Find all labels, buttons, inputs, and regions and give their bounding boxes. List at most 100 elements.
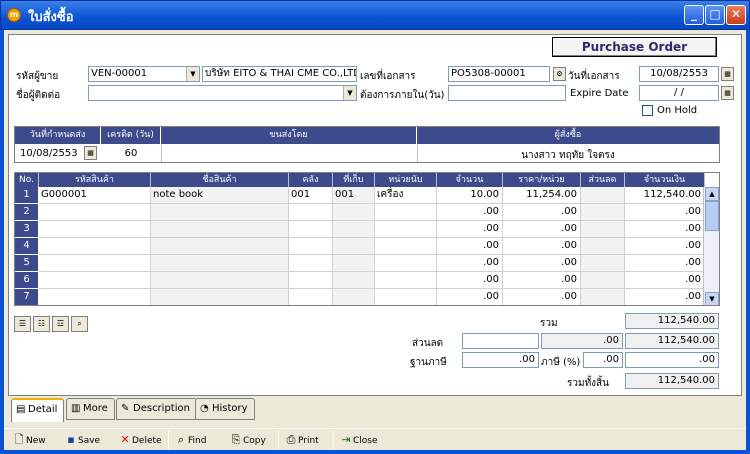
cell-loc[interactable] xyxy=(333,289,375,305)
cell-name[interactable] xyxy=(151,272,289,289)
cell-name[interactable] xyxy=(151,221,289,238)
table-row[interactable]: 7.00.00.00 xyxy=(15,289,719,305)
cell-wh[interactable] xyxy=(289,272,333,289)
cell-code[interactable] xyxy=(39,221,151,238)
tab-history[interactable]: ◔ History xyxy=(195,398,255,420)
table-row[interactable]: 5.00.00.00 xyxy=(15,255,719,272)
cell-price[interactable]: .00 xyxy=(503,289,581,305)
tax-amount-field[interactable]: .00 xyxy=(625,352,719,368)
expire-date-calendar-icon[interactable]: ▦ xyxy=(721,86,734,100)
tab-more[interactable]: ▥ More xyxy=(66,398,115,420)
cell-price[interactable]: .00 xyxy=(503,255,581,272)
cell-code[interactable] xyxy=(39,255,151,272)
doc-no-field[interactable]: PO5308-00001 xyxy=(448,66,550,82)
find-button[interactable]: ⌕ Find xyxy=(174,431,207,449)
cell-code[interactable] xyxy=(39,238,151,255)
cell-wh[interactable] xyxy=(289,238,333,255)
add-row-icon[interactable]: ☷ xyxy=(33,316,50,332)
cell-unit[interactable] xyxy=(375,204,437,221)
table-row[interactable]: 6.00.00.00 xyxy=(15,272,719,289)
table-row[interactable]: 3.00.00.00 xyxy=(15,221,719,238)
delivery-date-value[interactable]: 10/08/2553 xyxy=(20,148,78,159)
cell-price[interactable]: .00 xyxy=(503,238,581,255)
tab-detail[interactable]: ▤ Detail xyxy=(11,398,65,422)
save-button[interactable]: ▪ Save xyxy=(64,431,100,449)
cell-amount[interactable]: .00 xyxy=(625,272,705,289)
cell-amount[interactable]: .00 xyxy=(625,238,705,255)
table-row[interactable]: 4.00.00.00 xyxy=(15,238,719,255)
lookup-icon[interactable]: ⌕ xyxy=(71,316,88,332)
cell-disc[interactable] xyxy=(581,204,625,221)
credit-days-value[interactable]: 60 xyxy=(101,148,161,159)
cell-unit[interactable] xyxy=(375,289,437,305)
cell-amount[interactable]: .00 xyxy=(625,221,705,238)
cell-disc[interactable] xyxy=(581,255,625,272)
minimize-button[interactable]: _ xyxy=(684,5,704,25)
cell-price[interactable]: .00 xyxy=(503,221,581,238)
cell-qty[interactable]: .00 xyxy=(437,255,503,272)
cell-name[interactable] xyxy=(151,204,289,221)
close-button[interactable]: ⇥ Close xyxy=(339,431,377,449)
cell-wh[interactable] xyxy=(289,255,333,272)
maximize-button[interactable]: □ xyxy=(705,5,725,25)
table-row[interactable]: 2.00.00.00 xyxy=(15,204,719,221)
cell-qty[interactable]: .00 xyxy=(437,289,503,305)
cell-unit[interactable] xyxy=(375,238,437,255)
cell-name[interactable] xyxy=(151,255,289,272)
cell-code[interactable] xyxy=(39,204,151,221)
cell-wh[interactable] xyxy=(289,289,333,305)
needed-within-field[interactable] xyxy=(448,85,566,101)
cell-price[interactable]: .00 xyxy=(503,204,581,221)
cell-unit[interactable] xyxy=(375,272,437,289)
purchase-order-button[interactable]: Purchase Order xyxy=(552,37,717,57)
cell-loc[interactable] xyxy=(333,221,375,238)
cell-wh[interactable]: 001 xyxy=(289,187,333,204)
cell-name[interactable] xyxy=(151,238,289,255)
cell-loc[interactable] xyxy=(333,204,375,221)
discount-input[interactable] xyxy=(462,333,539,349)
cell-loc[interactable] xyxy=(333,255,375,272)
cell-qty[interactable]: .00 xyxy=(437,204,503,221)
cell-qty[interactable]: .00 xyxy=(437,221,503,238)
cell-name[interactable] xyxy=(151,289,289,305)
cell-amount[interactable]: .00 xyxy=(625,204,705,221)
cell-disc[interactable] xyxy=(581,187,625,204)
cell-disc[interactable] xyxy=(581,221,625,238)
cell-amount[interactable]: .00 xyxy=(625,255,705,272)
cell-loc[interactable] xyxy=(333,238,375,255)
cell-wh[interactable] xyxy=(289,221,333,238)
print-button[interactable]: ⎙ Print xyxy=(284,431,319,449)
vendor-code-field[interactable]: VEN-00001 xyxy=(88,66,200,82)
doc-date-calendar-icon[interactable]: ▦ xyxy=(721,67,734,81)
cell-price[interactable]: .00 xyxy=(503,272,581,289)
cell-amount[interactable]: 112,540.00 xyxy=(625,187,705,204)
delete-button[interactable]: ✕ Delete xyxy=(118,431,161,449)
cell-loc[interactable]: 001 xyxy=(333,187,375,204)
cell-code[interactable] xyxy=(39,272,151,289)
grid-scrollbar[interactable]: ▲ ▼ xyxy=(703,187,719,305)
close-window-button[interactable]: ✕ xyxy=(726,5,746,25)
contact-field[interactable] xyxy=(88,85,357,101)
expire-date-field[interactable]: / / xyxy=(639,85,719,101)
cell-wh[interactable] xyxy=(289,204,333,221)
cell-unit[interactable] xyxy=(375,255,437,272)
cell-qty[interactable]: 10.00 xyxy=(437,187,503,204)
cell-unit[interactable] xyxy=(375,221,437,238)
on-hold-checkbox[interactable] xyxy=(642,105,653,116)
cell-code[interactable] xyxy=(39,289,151,305)
cell-unit[interactable]: เครื่อง xyxy=(375,187,437,204)
tax-percent-field[interactable]: .00 xyxy=(583,352,623,368)
tax-base-field[interactable]: .00 xyxy=(462,352,539,368)
ordered-by-value[interactable]: นางสาว ทฤทัย ใจตรง xyxy=(417,148,719,163)
cell-qty[interactable]: .00 xyxy=(437,272,503,289)
tab-description[interactable]: ✎ Description xyxy=(116,398,197,420)
cell-amount[interactable]: .00 xyxy=(625,289,705,305)
scroll-down-icon[interactable]: ▼ xyxy=(705,292,719,305)
doc-no-lookup-icon[interactable]: ⚙ xyxy=(553,67,566,81)
cell-disc[interactable] xyxy=(581,238,625,255)
insert-row-icon[interactable]: ☰ xyxy=(14,316,31,332)
doc-date-field[interactable]: 10/08/2553 xyxy=(639,66,719,82)
delivery-date-calendar-icon[interactable]: ▦ xyxy=(84,146,97,160)
cell-disc[interactable] xyxy=(581,289,625,305)
cell-price[interactable]: 11,254.00 xyxy=(503,187,581,204)
